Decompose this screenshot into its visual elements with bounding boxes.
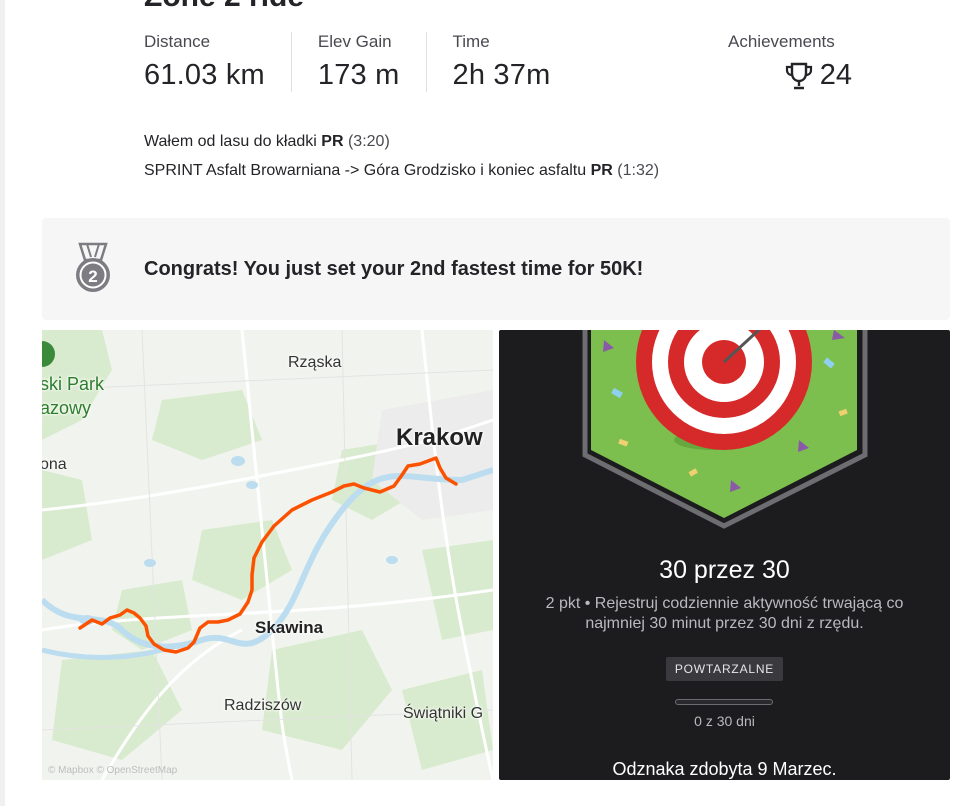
stat-value: 61.03 km [144, 59, 265, 91]
stat-label: Distance [144, 32, 211, 51]
svg-text:2: 2 [88, 267, 97, 286]
achievements-stat[interactable]: Achievements 24 [728, 32, 852, 92]
achievements-label: Achievements [728, 32, 835, 51]
challenge-description: 2 pkt • Rejestruj codziennie aktywność t… [545, 595, 904, 632]
stat-time: Time 2h 37m [425, 32, 577, 92]
left-border [0, 0, 5, 806]
pr-badge: PR [590, 162, 613, 179]
stat-distance: Distance 61.03 km [144, 32, 291, 92]
trophy-icon [785, 62, 812, 89]
segment-pr-item[interactable]: SPRINT Asfalt Browarniana -> Góra Grodzi… [144, 156, 659, 185]
segment-time: (1:32) [617, 162, 660, 179]
stats-row: Distance 61.03 km Elev Gain 173 m Time 2… [144, 32, 576, 92]
target-badge-icon [582, 330, 868, 529]
segment-name: Wałem od lasu do kładki [144, 133, 317, 150]
congrats-text: Congrats! You just set your 2nd fastest … [144, 258, 644, 280]
stat-elev-gain: Elev Gain 173 m [290, 32, 426, 92]
stat-value: 173 m [317, 59, 400, 91]
map-label-town: ona [42, 456, 67, 473]
congrats-banner: 2 Congrats! You just set your 2nd fastes… [42, 218, 950, 320]
segment-name: SPRINT Asfalt Browarniana -> Góra Grodzi… [144, 162, 587, 179]
stat-label: Elev Gain [317, 32, 392, 51]
activity-title[interactable]: Zone 2 ride [144, 0, 304, 14]
route-map[interactable]: Rząska Krakow ski Park azowy ona Skawina… [42, 330, 493, 780]
badge-earned-text: Odznaka zdobyta 9 Marzec. [612, 759, 837, 779]
map-label-park: azowy [42, 398, 92, 418]
map-label-skawina: Skawina [255, 618, 324, 637]
segment-prs: Wałem od lasu do kładki PR (3:20) SPRINT… [144, 127, 659, 185]
achievements-count: 24 [819, 59, 852, 91]
medal-2-icon: 2 [76, 242, 110, 292]
map-label-rzaska: Rząska [288, 354, 342, 371]
map-label-radziszow: Radziszów [224, 697, 302, 714]
challenge-title: 30 przez 30 [659, 556, 790, 584]
pr-badge: PR [321, 133, 344, 150]
stat-value: 2h 37m [452, 59, 551, 91]
progress-text: 0 z 30 dni [694, 713, 755, 729]
challenge-badge-card[interactable]: 30 przez 30 2 pkt • Rejestruj codziennie… [499, 330, 950, 780]
segment-pr-item[interactable]: Wałem od lasu do kładki PR (3:20) [144, 127, 659, 156]
repeatable-tag: POWTARZALNE [666, 657, 783, 681]
map-label-park: ski Park [42, 374, 105, 394]
activity-page: Zone 2 ride Distance 61.03 km Elev Gain … [0, 0, 974, 806]
map-attribution[interactable]: © Mapbox © OpenStreetMap [48, 765, 177, 776]
challenge-progress-bar [675, 699, 773, 705]
stat-label: Time [452, 32, 490, 51]
map-label-swiatniki: Świątniki G [403, 705, 484, 722]
segment-time: (3:20) [347, 133, 390, 150]
activity-type-icon [46, 0, 100, 4]
map-label-krakow: Krakow [396, 424, 483, 451]
